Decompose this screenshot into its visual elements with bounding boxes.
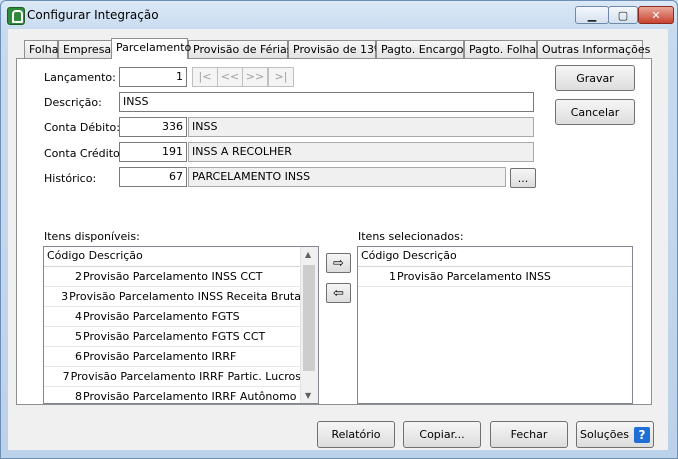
tab-empresa[interactable]: Empresa bbox=[58, 40, 112, 58]
list-item[interactable]: 5 Provisão Parcelamento FGTS CCT bbox=[44, 327, 301, 347]
selected-list-header: Código Descrição bbox=[358, 247, 632, 267]
scroll-thumb[interactable] bbox=[303, 265, 315, 371]
list-item[interactable]: 3 Provisão Parcelamento INSS Receita Brut… bbox=[44, 287, 301, 307]
historico-code-field[interactable]: 67 bbox=[119, 167, 187, 187]
copiar-button[interactable]: Copiar... bbox=[403, 421, 481, 448]
remove-item-button[interactable]: ⇦ bbox=[326, 283, 351, 303]
list-item[interactable]: 2 Provisão Parcelamento INSS CCT bbox=[44, 267, 301, 287]
close-icon: ✕ bbox=[651, 8, 661, 22]
item-code: 5 bbox=[75, 330, 82, 343]
conta-debito-label: Conta Débito: bbox=[44, 121, 120, 134]
tab-parcelamento[interactable]: Parcelamento bbox=[111, 38, 191, 59]
historico-lookup-button[interactable]: ... bbox=[510, 168, 536, 188]
list-item[interactable]: 7 Provisão Parcelamento IRRF Partic. Lucr… bbox=[44, 367, 301, 387]
conta-debito-desc-field: INSS bbox=[188, 117, 534, 137]
item-code: 4 bbox=[75, 310, 82, 323]
conta-debito-code-field[interactable]: 336 bbox=[119, 117, 187, 137]
available-list[interactable]: Código Descrição 2 Provisão Parcelamento … bbox=[43, 246, 319, 404]
help-icon: ? bbox=[634, 426, 651, 443]
nav-first-button[interactable]: |< bbox=[192, 67, 218, 87]
tab-outras-informacoes[interactable]: Outras Informações bbox=[537, 40, 650, 58]
list-item[interactable]: 6 Provisão Parcelamento IRRF bbox=[44, 347, 301, 367]
list-item[interactable]: 4 Provisão Parcelamento FGTS bbox=[44, 307, 301, 327]
item-description: Provisão Parcelamento INSS Receita Bruta bbox=[69, 290, 301, 303]
item-code: 6 bbox=[75, 350, 82, 363]
gravar-button[interactable]: Gravar bbox=[555, 65, 635, 91]
available-list-header: Código Descrição bbox=[44, 247, 301, 267]
arrow-right-icon: ⇨ bbox=[333, 255, 344, 271]
descricao-label: Descrição: bbox=[44, 96, 102, 109]
available-list-body: Código Descrição 2 Provisão Parcelamento … bbox=[44, 247, 301, 403]
historico-desc-field: PARCELAMENTO INSS bbox=[188, 167, 506, 187]
scroll-down-icon[interactable]: ▼ bbox=[305, 391, 311, 400]
maximize-icon: ▢ bbox=[617, 8, 629, 22]
minimize-icon: ▁ bbox=[587, 8, 597, 22]
item-code: 3 bbox=[61, 290, 69, 303]
fechar-button[interactable]: Fechar bbox=[490, 421, 568, 448]
selected-label: Itens selecionados: bbox=[358, 230, 464, 243]
lancamento-field[interactable]: 1 bbox=[119, 67, 187, 87]
conta-credito-label: Conta Crédito: bbox=[44, 147, 124, 160]
minimize-button[interactable]: ▁ bbox=[575, 6, 609, 24]
maximize-button[interactable]: ▢ bbox=[608, 6, 638, 24]
item-code: 2 bbox=[75, 270, 82, 283]
app-icon bbox=[7, 7, 25, 25]
item-description: Provisão Parcelamento IRRF Autônomo bbox=[83, 390, 297, 403]
nav-last-button[interactable]: >| bbox=[268, 67, 294, 87]
tab-provisao-13[interactable]: Provisão de 13º bbox=[288, 40, 379, 58]
item-description: Provisão Parcelamento INSS bbox=[397, 270, 551, 283]
available-scrollbar[interactable]: ▲ ▼ bbox=[300, 247, 318, 403]
item-description: Provisão Parcelamento FGTS bbox=[83, 310, 240, 323]
arrow-left-icon: ⇦ bbox=[333, 285, 344, 301]
item-description: Provisão Parcelamento IRRF bbox=[83, 350, 237, 363]
close-button[interactable]: ✕ bbox=[638, 6, 674, 24]
conta-credito-desc-field: INSS A RECOLHER bbox=[188, 142, 534, 162]
list-item[interactable]: 8 Provisão Parcelamento IRRF Autônomo bbox=[44, 387, 301, 403]
nav-prev-button[interactable]: << bbox=[217, 67, 243, 87]
tab-provisao-ferias[interactable]: Provisão de Férias bbox=[188, 40, 293, 58]
item-code: 8 bbox=[75, 390, 82, 403]
relatorio-button[interactable]: Relatório bbox=[317, 421, 395, 448]
cancelar-button[interactable]: Cancelar bbox=[555, 99, 635, 125]
item-code: 1 bbox=[389, 270, 396, 283]
solucoes-label: Soluções bbox=[579, 428, 630, 441]
available-label: Itens disponíveis: bbox=[44, 230, 140, 243]
nav-next-button[interactable]: >> bbox=[242, 67, 268, 87]
item-description: Provisão Parcelamento INSS CCT bbox=[83, 270, 263, 283]
add-item-button[interactable]: ⇨ bbox=[326, 253, 351, 273]
selected-list[interactable]: Código Descrição 1 Provisão Parcelamento … bbox=[357, 246, 633, 404]
tab-folha[interactable]: Folha bbox=[24, 40, 58, 58]
tab-pagto-encargos[interactable]: Pagto. Encargos bbox=[376, 40, 469, 58]
window-title: Configurar Integração bbox=[27, 8, 159, 22]
historico-label: Histórico: bbox=[44, 172, 97, 185]
list-item[interactable]: 1 Provisão Parcelamento INSS bbox=[358, 267, 632, 287]
lancamento-label: Lançamento: bbox=[44, 71, 116, 84]
item-code: 7 bbox=[62, 370, 70, 383]
scroll-up-icon[interactable]: ▲ bbox=[305, 250, 311, 259]
tab-pagto-folha[interactable]: Pagto. Folha bbox=[464, 40, 537, 58]
conta-credito-code-field[interactable]: 191 bbox=[119, 142, 187, 162]
item-description: Provisão Parcelamento IRRF Partic. Lucro… bbox=[70, 370, 301, 383]
solucoes-button[interactable]: Soluções ? bbox=[576, 421, 654, 448]
item-description: Provisão Parcelamento FGTS CCT bbox=[83, 330, 266, 343]
descricao-field[interactable]: INSS bbox=[119, 92, 534, 112]
title-bar[interactable]: Configurar Integração ▁ ▢ ✕ bbox=[1, 1, 677, 29]
